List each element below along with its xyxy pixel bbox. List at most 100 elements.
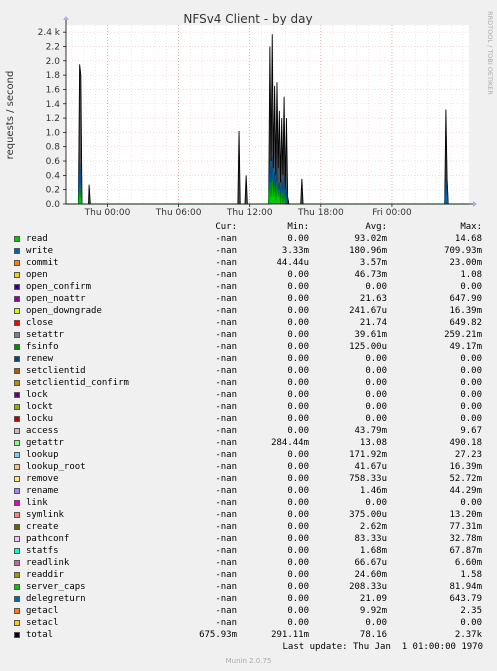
legend-min: 0.00 bbox=[287, 498, 309, 508]
legend-min: 0.00 bbox=[287, 534, 309, 544]
y-tick-label: 0.0 bbox=[46, 200, 61, 210]
legend-swatch bbox=[14, 428, 20, 434]
legend-min: 0.00 bbox=[287, 594, 309, 604]
legend-name: rename bbox=[26, 486, 59, 496]
legend-min: 0.00 bbox=[287, 390, 309, 400]
legend-cur: -nan bbox=[215, 366, 237, 376]
legend-swatch bbox=[14, 584, 20, 590]
legend-name: open_noattr bbox=[26, 294, 86, 304]
legend-swatch bbox=[14, 464, 20, 470]
legend-row-getacl: getacl -nan 0.00 9.92m 2.35 bbox=[0, 606, 497, 618]
legend-row-open_downgrade: open_downgrade -nan 0.00 241.67u 16.39m bbox=[0, 306, 497, 318]
legend-avg: 0.00 bbox=[365, 282, 387, 292]
legend-name: lookup bbox=[26, 450, 59, 460]
legend-name: symlink bbox=[26, 510, 64, 520]
legend-row-total: total 675.93m 291.11m 78.16 2.37k bbox=[0, 630, 497, 642]
legend-swatch bbox=[14, 344, 20, 350]
legend-swatch bbox=[14, 320, 20, 326]
legend-min: 3.33m bbox=[281, 246, 309, 256]
legend-swatch bbox=[14, 608, 20, 614]
legend-row-close: close -nan 0.00 21.74 649.82 bbox=[0, 318, 497, 330]
legend-row-setclientid_confirm: setclientid_confirm -nan 0.00 0.00 0.00 bbox=[0, 378, 497, 390]
legend-swatch bbox=[14, 596, 20, 602]
legend-avg: 180.96m bbox=[349, 246, 387, 256]
legend-cur: -nan bbox=[215, 570, 237, 580]
legend-swatch bbox=[14, 368, 20, 374]
legend-max: 16.39m bbox=[449, 462, 482, 472]
legend-min: 0.00 bbox=[287, 474, 309, 484]
y-tick-label: 2.0 bbox=[46, 57, 61, 67]
legend-min: 0.00 bbox=[287, 582, 309, 592]
legend-max: 259.21m bbox=[444, 330, 482, 340]
legend-min: 0.00 bbox=[287, 366, 309, 376]
legend-name: lockt bbox=[26, 402, 54, 412]
legend-row-commit: commit -nan 44.44u 3.57m 23.00m bbox=[0, 258, 497, 270]
legend-avg: 43.79m bbox=[354, 426, 387, 436]
legend-avg: 0.00 bbox=[365, 390, 387, 400]
legend-name: open bbox=[26, 270, 48, 280]
legend-min: 0.00 bbox=[287, 546, 309, 556]
legend-name: link bbox=[26, 498, 48, 508]
x-tick-label: Thu 06:00 bbox=[155, 208, 202, 218]
legend-avg: 0.00 bbox=[365, 414, 387, 424]
legend-row-readlink: readlink -nan 0.00 66.67u 6.60m bbox=[0, 558, 497, 570]
legend-swatch bbox=[14, 440, 20, 446]
legend-avg: 208.33u bbox=[349, 582, 387, 592]
legend-swatch bbox=[14, 416, 20, 422]
legend-swatch bbox=[14, 248, 20, 254]
legend-avg: 21.63 bbox=[359, 294, 387, 304]
legend-swatch bbox=[14, 380, 20, 386]
legend-min: 0.00 bbox=[287, 306, 309, 316]
legend-row-create: create -nan 0.00 2.62m 77.31m bbox=[0, 522, 497, 534]
legend-swatch bbox=[14, 236, 20, 242]
legend-name: create bbox=[26, 522, 59, 532]
legend-swatch bbox=[14, 488, 20, 494]
legend-max: 14.68 bbox=[454, 234, 482, 244]
legend-max: 9.67 bbox=[460, 426, 482, 436]
legend-row-server_caps: server_caps -nan 0.00 208.33u 81.94m bbox=[0, 582, 497, 594]
legend-row-open_noattr: open_noattr -nan 0.00 21.63 647.90 bbox=[0, 294, 497, 306]
legend-swatch bbox=[14, 524, 20, 530]
chart-area: NFSv4 Client - by day requests / second … bbox=[5, 11, 494, 218]
legend-avg: 21.74 bbox=[359, 318, 387, 328]
legend-swatch bbox=[14, 332, 20, 338]
legend-min: 0.00 bbox=[287, 522, 309, 532]
legend-min: 0.00 bbox=[287, 606, 309, 616]
legend-avg: 13.08 bbox=[359, 438, 387, 448]
legend-name: fsinfo bbox=[26, 342, 59, 352]
legend-min: 284.44m bbox=[271, 438, 309, 448]
legend-cur: -nan bbox=[215, 582, 237, 592]
legend-swatch bbox=[14, 476, 20, 482]
legend-cur: -nan bbox=[215, 498, 237, 508]
legend-min: 0.00 bbox=[287, 414, 309, 424]
legend-row-read: read -nan 0.00 93.02m 14.68 bbox=[0, 234, 497, 246]
legend-swatch bbox=[14, 404, 20, 410]
x-tick-label: Thu 00:00 bbox=[84, 208, 131, 218]
legend-name: readdir bbox=[26, 570, 64, 580]
legend-max: 32.78m bbox=[449, 534, 482, 544]
legend-max: 0.00 bbox=[460, 402, 482, 412]
legend-min: 0.00 bbox=[287, 330, 309, 340]
legend-cur: -nan bbox=[215, 414, 237, 424]
legend-avg: 0.00 bbox=[365, 366, 387, 376]
legend-avg: 21.09 bbox=[359, 594, 387, 604]
legend-avg: 24.60m bbox=[354, 570, 387, 580]
legend-swatch bbox=[14, 620, 20, 626]
legend-row-setacl: setacl -nan 0.00 0.00 0.00 bbox=[0, 618, 497, 630]
legend-swatch bbox=[14, 536, 20, 542]
legend-min: 0.00 bbox=[287, 270, 309, 280]
legend-cur: -nan bbox=[215, 330, 237, 340]
legend-cur: -nan bbox=[215, 510, 237, 520]
legend-name: renew bbox=[26, 354, 54, 364]
legend-avg: 39.61m bbox=[354, 330, 387, 340]
y-tick-label: 0.4 bbox=[46, 171, 61, 181]
legend-max: 13.20m bbox=[449, 510, 482, 520]
munin-version: Munin 2.0.75 bbox=[225, 657, 272, 665]
legend-cur: -nan bbox=[215, 354, 237, 364]
legend-name: pathconf bbox=[26, 534, 70, 544]
legend-max: 67.87m bbox=[449, 546, 482, 556]
legend-swatch bbox=[14, 560, 20, 566]
legend-avg: 125.00u bbox=[349, 342, 387, 352]
legend-header-cur: Cur: bbox=[215, 222, 237, 232]
legend-name: open_downgrade bbox=[26, 306, 102, 316]
